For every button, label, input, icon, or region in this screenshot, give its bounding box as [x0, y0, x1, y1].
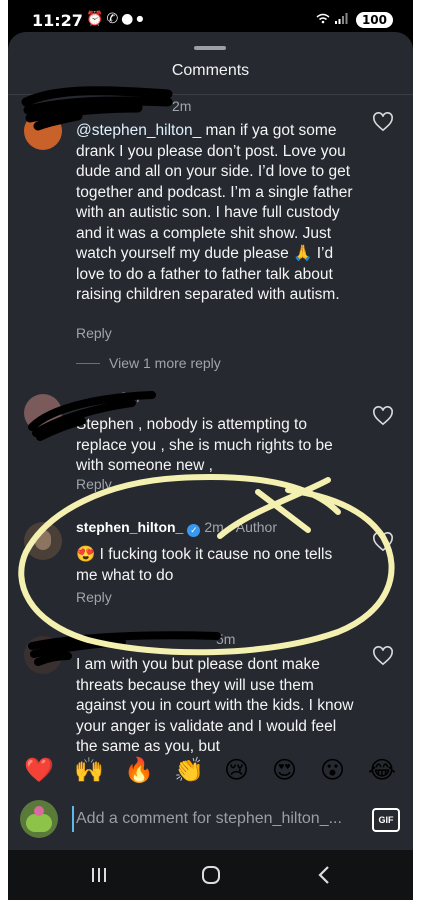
home-icon[interactable] [198, 862, 224, 888]
reaction-heart[interactable]: ❤️ [24, 750, 54, 790]
my-avatar [20, 800, 58, 838]
reaction-clap[interactable]: 👏 [174, 750, 204, 790]
comments-sheet: Comments 2m @stephen_hilton_ man if ya g… [8, 32, 413, 850]
like-heart-icon[interactable] [372, 406, 394, 426]
reply-button[interactable]: Reply [76, 325, 112, 341]
reaction-laugh[interactable]: 😂 [368, 750, 396, 790]
signal-icon [334, 13, 352, 27]
sheet-drag-handle[interactable] [194, 46, 226, 50]
like-heart-icon[interactable] [372, 112, 394, 132]
reaction-heart-eyes[interactable]: 😍 [272, 750, 297, 790]
status-right-icons: 100 [316, 12, 393, 28]
sheet-title: Comments [171, 62, 250, 79]
view-replies-line [76, 363, 100, 364]
view-more-replies-button[interactable]: View 1 more reply [109, 355, 221, 371]
comment-input[interactable]: Add a comment for stephen_hilton_... [72, 806, 366, 832]
wifi-icon [316, 13, 334, 27]
status-left-icons: ⏰✆●● [86, 11, 146, 27]
alarm-icon: ⏰ [86, 11, 107, 27]
redaction-scribble [28, 391, 156, 441]
recents-icon[interactable] [86, 862, 112, 888]
quick-reactions-bar: ❤️ 🙌 🔥 👏 😢 😍 😮 😂 [8, 750, 413, 790]
messenger-icon: ● [121, 11, 137, 27]
back-icon[interactable] [312, 862, 338, 888]
battery-indicator: 100 [355, 12, 393, 28]
annotation-circle [18, 474, 395, 656]
redaction-scribble [21, 86, 173, 131]
gif-button[interactable]: GIF [372, 808, 400, 832]
phone-screen: 11:27 ⏰✆●● 100 Comments 2m @stephen_hilt… [8, 0, 413, 900]
reaction-fire[interactable]: 🔥 [124, 750, 154, 790]
dot-icon: ● [136, 14, 147, 23]
reaction-crying[interactable]: 😢 [224, 750, 249, 790]
reaction-raised-hands[interactable]: 🙌 [74, 750, 104, 790]
status-time: 11:27 [32, 11, 83, 30]
comment-composer: Add a comment for stephen_hilton_... GIF [8, 796, 413, 846]
reaction-wow[interactable]: 😮 [320, 750, 345, 790]
missed-call-icon: ✆ [106, 11, 122, 27]
system-nav-bar [8, 850, 413, 900]
